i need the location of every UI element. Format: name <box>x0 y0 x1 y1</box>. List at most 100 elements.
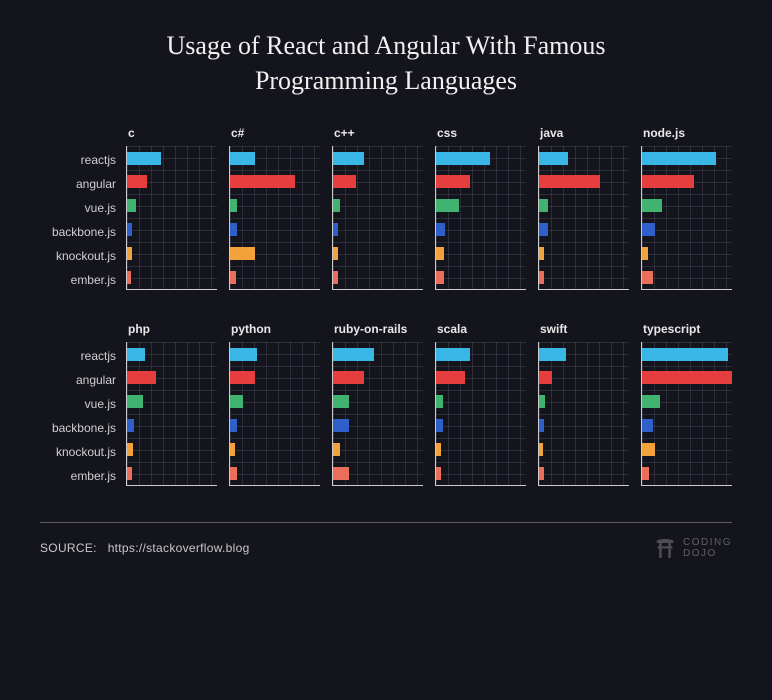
chart-panel: ruby-on-rails <box>332 322 423 488</box>
bar-row <box>127 146 217 170</box>
bar-row <box>333 461 423 485</box>
y-axis-label: backbone.js <box>40 220 126 244</box>
bar-emberjs <box>539 271 544 284</box>
bars <box>230 146 320 289</box>
panel-body <box>332 146 423 290</box>
bar-vuejs <box>642 199 662 212</box>
y-axis-labels: reactjsangularvue.jsbackbone.jsknockout.… <box>40 322 126 488</box>
chart-panel: swift <box>538 322 629 488</box>
panel-title: c++ <box>332 126 423 140</box>
panel-title: typescript <box>641 322 732 336</box>
bar-row <box>539 146 629 170</box>
bar-vuejs <box>436 199 459 212</box>
panel-body <box>332 342 423 486</box>
bar-vuejs <box>333 395 349 408</box>
bar-row <box>436 342 526 366</box>
source-citation: SOURCE: https://stackoverflow.blog <box>40 541 250 555</box>
bars <box>333 146 423 289</box>
bar-angular <box>230 371 255 384</box>
bars <box>436 146 526 289</box>
bar-angular <box>436 371 465 384</box>
bar-vuejs <box>230 395 243 408</box>
bar-row <box>539 414 629 438</box>
chart-panel: java <box>538 126 629 292</box>
bars <box>127 146 217 289</box>
chart-panel: node.js <box>641 126 732 292</box>
bar-knockoutjs <box>539 247 544 260</box>
y-axis-label: vue.js <box>40 392 126 416</box>
bar-row <box>436 242 526 266</box>
bar-row <box>539 461 629 485</box>
source-label: SOURCE: <box>40 541 97 555</box>
bar-reactjs <box>127 348 145 361</box>
bar-row <box>230 366 320 390</box>
panel-body <box>126 146 217 290</box>
bar-row <box>333 146 423 170</box>
bar-vuejs <box>539 199 548 212</box>
bar-backbonejs <box>642 419 653 432</box>
panel-body <box>538 342 629 486</box>
bar-row <box>333 265 423 289</box>
bar-row <box>230 390 320 414</box>
bar-row <box>436 438 526 462</box>
bar-knockoutjs <box>436 247 444 260</box>
bar-angular <box>230 175 295 188</box>
chart-panel: css <box>435 126 526 292</box>
panel-title: c <box>126 126 217 140</box>
chart-row: reactjsangularvue.jsbackbone.jsknockout.… <box>40 322 732 488</box>
bar-row <box>436 146 526 170</box>
panel-title: php <box>126 322 217 336</box>
bar-angular <box>642 175 694 188</box>
bar-row <box>539 265 629 289</box>
y-axis-label: ember.js <box>40 464 126 488</box>
bar-angular <box>539 371 552 384</box>
bars <box>539 146 629 289</box>
bar-vuejs <box>127 199 136 212</box>
bar-reactjs <box>436 152 490 165</box>
bar-angular <box>127 175 147 188</box>
bar-row <box>127 390 217 414</box>
bar-row <box>230 170 320 194</box>
bar-row <box>539 390 629 414</box>
bar-row <box>436 218 526 242</box>
y-axis-label: angular <box>40 368 126 392</box>
bar-row <box>436 461 526 485</box>
bar-reactjs <box>436 348 470 361</box>
title-line2: Programming Languages <box>255 66 517 95</box>
bar-row <box>642 218 732 242</box>
bar-row <box>333 242 423 266</box>
bars <box>642 146 732 289</box>
brand-logo: CODING DOJO <box>655 537 732 559</box>
bar-angular <box>436 175 470 188</box>
panel-body <box>229 146 320 290</box>
bar-row <box>436 366 526 390</box>
bar-knockoutjs <box>539 443 543 456</box>
panel-title: ruby-on-rails <box>332 322 423 336</box>
bar-emberjs <box>127 271 131 284</box>
panel-body <box>126 342 217 486</box>
bar-row <box>436 170 526 194</box>
bar-row <box>642 342 732 366</box>
bar-reactjs <box>539 152 568 165</box>
bar-row <box>539 194 629 218</box>
bar-row <box>333 218 423 242</box>
panel-title: java <box>538 126 629 140</box>
bar-row <box>436 414 526 438</box>
bar-angular <box>333 371 364 384</box>
logo-text: CODING DOJO <box>683 537 732 559</box>
bar-backbonejs <box>539 419 544 432</box>
logo-text-line1: CODING <box>683 537 732 548</box>
bars <box>127 342 217 485</box>
bar-reactjs <box>539 348 566 361</box>
bar-row <box>539 170 629 194</box>
bar-row <box>230 342 320 366</box>
bar-backbonejs <box>333 419 349 432</box>
bar-vuejs <box>642 395 660 408</box>
bar-knockoutjs <box>642 247 648 260</box>
panel-body <box>641 146 732 290</box>
bar-emberjs <box>642 271 653 284</box>
y-axis-label: vue.js <box>40 196 126 220</box>
bar-row <box>642 366 732 390</box>
bar-row <box>436 265 526 289</box>
source-url: https://stackoverflow.blog <box>108 541 250 555</box>
